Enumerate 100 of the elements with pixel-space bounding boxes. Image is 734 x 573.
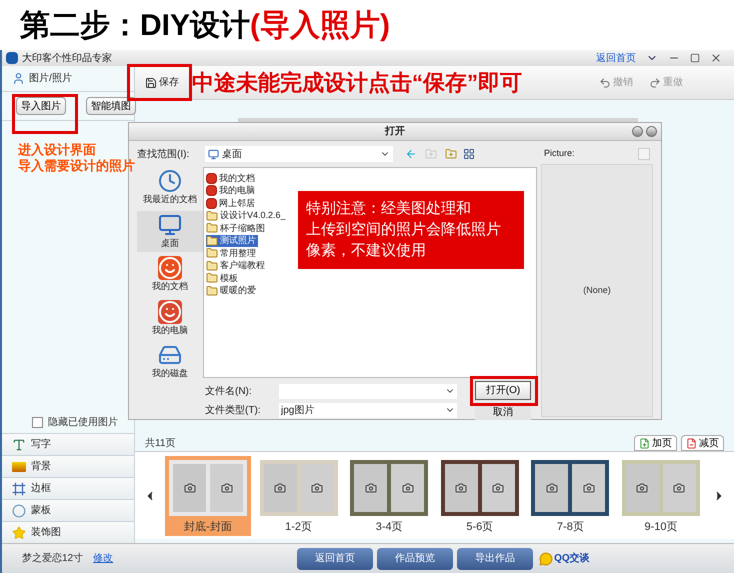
look-in-dropdown[interactable]: 桌面 [205,146,393,162]
place-item[interactable]: 我的磁盘 [137,341,203,378]
picture-icon [12,462,26,472]
file-item[interactable]: 客户端教程 [206,260,267,272]
save-button[interactable]: 保存 [145,75,179,90]
place-item[interactable]: 桌面 [137,210,203,252]
add-page-button[interactable]: 加页 [634,435,677,451]
file-type-dropdown[interactable]: jpg图片 [279,402,457,418]
checkbox[interactable] [32,416,43,428]
file-item[interactable]: 杯子缩略图 [206,222,267,234]
page-label: 1-2页 [285,520,312,535]
file-name-label: 文件名(N): [205,384,253,398]
page-label: 9-10页 [644,520,678,535]
folder-icon [206,284,218,297]
tool-item[interactable]: 蒙板 [2,499,134,521]
highlight-box [470,376,538,406]
tool-item[interactable]: 背景 [2,455,134,477]
folder-icon [206,222,218,234]
place-item[interactable]: 我的电脑 [137,298,203,339]
tool-item[interactable]: 写字 [2,433,134,455]
highlight-box [12,94,78,134]
redo-icon [649,76,661,88]
page-label: 封底-封面 [184,520,232,535]
frame-icon [12,482,26,496]
camera-icon [546,482,558,494]
window-title: 大印客个性印品专家 [22,52,112,66]
footer-button[interactable]: 返回首页 [297,548,374,570]
close-icon[interactable] [710,52,722,64]
folder-icon [206,260,218,272]
tool-item[interactable]: 边框 [2,477,134,499]
place-label: 我的磁盘 [152,367,188,378]
new-folder-icon[interactable] [445,148,457,160]
drive-icon [158,343,182,367]
save-icon [145,76,157,88]
file-item[interactable]: 网上邻居 [206,197,257,210]
camera-icon [220,482,232,494]
page-thumbnail[interactable]: 封底-封面 [165,456,251,536]
camera-icon [274,482,286,494]
folder-icon [206,247,218,260]
user-icon [12,72,25,85]
file-name-field[interactable] [279,384,457,398]
place-label: 桌面 [161,236,179,250]
sidebar-button[interactable]: 智能填图 [86,97,136,115]
edit-link[interactable]: 修改 [93,551,114,566]
app-logo-icon [6,52,18,64]
file-type-label: 文件类型(T): [205,404,262,418]
camera-icon [311,482,324,494]
file-item[interactable]: 我的文档 [206,172,257,184]
place-item[interactable]: 我最近的文档 [137,167,203,208]
chat-bubble-icon [539,552,554,566]
file-item[interactable]: 模板 [206,272,240,284]
tool-label: 装饰图 [31,526,61,540]
folder-icon [206,234,218,247]
place-label: 我的文档 [152,280,188,293]
camera-icon [364,482,377,494]
import-note: 进入设计界面 导入需要设计的照片 [18,142,135,174]
file-item[interactable]: 暖暖的爱 [206,284,258,297]
place-item[interactable]: 我的文档 [137,254,203,296]
look-in-label: 查找范围(I): [137,148,190,162]
undo-icon [599,76,611,88]
chat-button[interactable]: QQ交谈 [539,551,590,566]
footer-button[interactable]: 导出作品 [457,548,534,570]
look-in-value: 桌面 [222,148,243,162]
view-menu-icon[interactable] [463,148,475,160]
file-item[interactable]: 设设计V4.0.2.6_ [206,210,288,222]
sidebar-header: 图片/照片 [29,72,72,86]
home-link[interactable]: 返回首页 [596,50,636,66]
back-arrow-icon[interactable] [405,148,417,160]
tool-label: 边框 [31,482,51,496]
camera-icon [582,482,595,494]
remove-page-button[interactable]: 减页 [681,435,724,451]
tool-item[interactable]: 装饰图 [2,521,134,543]
sidebar-button[interactable]: 导入图片 [16,97,66,115]
file-item[interactable]: 测试照片 [206,234,258,247]
preview-toggle-icon[interactable] [638,148,650,160]
warning-callout: 特别注意：经美图处理和 上传到空间的照片会降低照片 像素，不建议使用 [298,191,524,269]
camera-icon [184,482,196,494]
desktop-icon [208,148,219,160]
folder-icon [206,210,218,222]
smiley-icon [158,256,182,280]
desktop-icon [158,212,182,236]
letter-t-icon [12,438,26,452]
tool-label: 蒙板 [31,504,51,518]
smiley-icon [158,300,182,324]
page-count: 共11页 [145,436,176,451]
maximize-icon[interactable] [690,53,700,63]
dialog-button-icon[interactable] [632,126,643,137]
file-item[interactable]: 常用整理 [206,247,258,260]
place-label: 我最近的文档 [143,193,197,206]
camera-icon [492,482,504,494]
dialog-title: 打开 [385,124,405,139]
camera-icon [455,482,468,494]
checkbox-label: 隐藏已使用图片 [48,416,118,430]
footer-button[interactable]: 作品预览 [377,548,454,570]
file-item[interactable]: 我的电脑 [206,184,257,197]
camera-icon [636,482,648,494]
open-button[interactable]: 打开(O) [475,381,531,400]
camera-icon [673,482,686,494]
dialog-close-icon[interactable] [646,126,657,137]
camera-icon [402,482,414,494]
